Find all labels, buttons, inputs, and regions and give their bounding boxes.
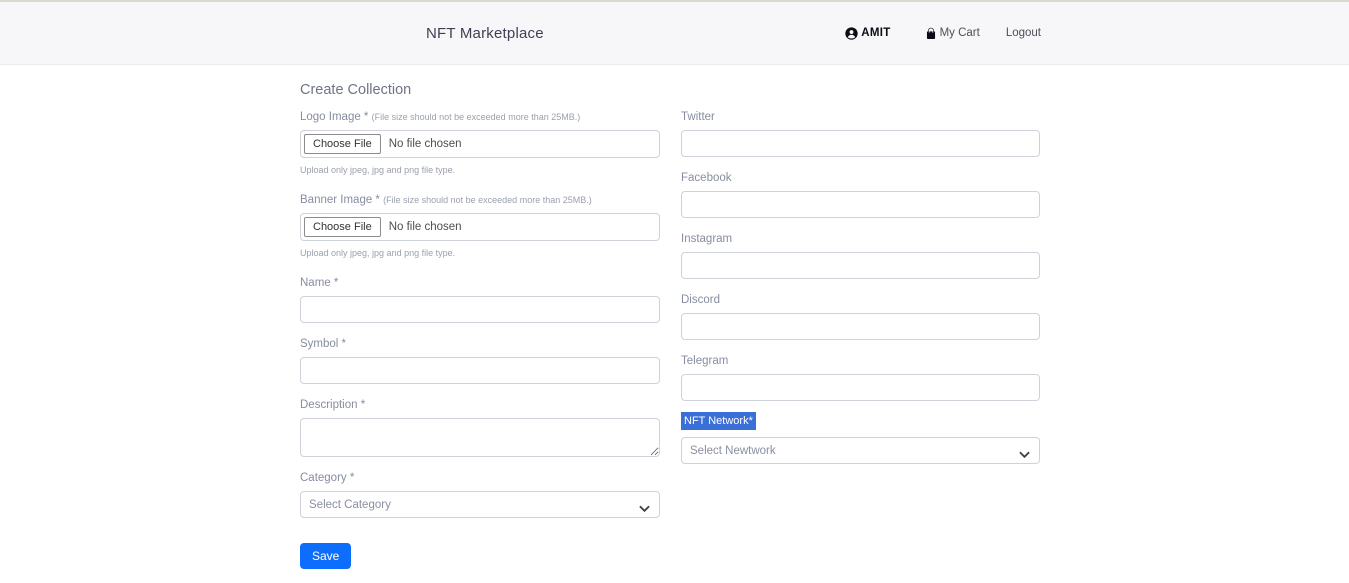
telegram-label: Telegram <box>681 355 1040 368</box>
logo-choose-file-button[interactable]: Choose File <box>304 134 381 154</box>
category-group: Category * Select Category <box>300 472 660 518</box>
banner-file-status: No file chosen <box>389 221 462 233</box>
telegram-input[interactable] <box>681 374 1040 401</box>
banner-image-label: Banner Image * (File size should not be … <box>300 194 660 207</box>
banner-file-input[interactable]: Choose File No file chosen <box>300 213 660 241</box>
description-textarea[interactable] <box>300 418 660 457</box>
logo-image-label-text: Logo Image * <box>300 111 372 123</box>
twitter-label: Twitter <box>681 111 1040 124</box>
logo-file-input[interactable]: Choose File No file chosen <box>300 130 660 158</box>
symbol-group: Symbol * <box>300 338 660 384</box>
banner-size-note: (File size should not be exceeded more t… <box>383 195 592 205</box>
nft-network-select[interactable]: Select Newtwork <box>681 437 1040 464</box>
logo-image-group: Logo Image * (File size should not be ex… <box>300 111 660 175</box>
logo-helper-text: Upload only jpeg, jpg and png file type. <box>300 165 660 175</box>
facebook-label: Facebook <box>681 172 1040 185</box>
discord-group: Discord <box>681 294 1040 340</box>
category-select[interactable]: Select Category <box>300 491 660 518</box>
name-group: Name * <box>300 277 660 323</box>
category-label: Category * <box>300 472 660 485</box>
discord-input[interactable] <box>681 313 1040 340</box>
user-circle-icon <box>845 27 858 40</box>
banner-image-group: Banner Image * (File size should not be … <box>300 194 660 258</box>
logo-file-status: No file chosen <box>389 138 462 150</box>
form-left-column: Logo Image * (File size should not be ex… <box>300 111 660 569</box>
header: NFT Marketplace AMIT My Cart Lo <box>0 2 1349 65</box>
logo-image-label: Logo Image * (File size should not be ex… <box>300 111 660 124</box>
logo-size-note: (File size should not be exceeded more t… <box>372 112 581 122</box>
nav-cart-label: My Cart <box>940 27 980 39</box>
banner-choose-file-button[interactable]: Choose File <box>304 217 381 237</box>
facebook-group: Facebook <box>681 172 1040 218</box>
facebook-input[interactable] <box>681 191 1040 218</box>
nav-user-label: AMIT <box>861 27 890 39</box>
description-label: Description * <box>300 399 660 412</box>
save-button[interactable]: Save <box>300 543 351 569</box>
create-collection-page: Create Collection Logo Image * (File siz… <box>300 65 1349 569</box>
page-title: Create Collection <box>300 82 1349 98</box>
instagram-group: Instagram <box>681 233 1040 279</box>
discord-label: Discord <box>681 294 1040 307</box>
instagram-input[interactable] <box>681 252 1040 279</box>
twitter-group: Twitter <box>681 111 1040 157</box>
shopping-bag-icon <box>925 27 937 40</box>
name-input[interactable] <box>300 296 660 323</box>
description-group: Description * <box>300 399 660 457</box>
nav-logout[interactable]: Logout <box>1006 27 1041 39</box>
telegram-group: Telegram <box>681 355 1040 401</box>
symbol-input[interactable] <box>300 357 660 384</box>
brand-title[interactable]: NFT Marketplace <box>426 2 544 64</box>
banner-image-label-text: Banner Image * <box>300 194 383 206</box>
form-right-column: Twitter Facebook Instagram Discord Teleg… <box>681 111 1040 569</box>
name-label: Name * <box>300 277 660 290</box>
header-nav: AMIT My Cart Logout <box>845 2 1041 64</box>
banner-helper-text: Upload only jpeg, jpg and png file type. <box>300 248 660 258</box>
nft-network-group: NFT Network* Select Newtwork <box>681 411 1040 464</box>
twitter-input[interactable] <box>681 130 1040 157</box>
nav-my-cart[interactable]: My Cart <box>925 27 980 40</box>
instagram-label: Instagram <box>681 233 1040 246</box>
nft-network-label: NFT Network* <box>681 412 756 430</box>
symbol-label: Symbol * <box>300 338 660 351</box>
nav-user[interactable]: AMIT <box>845 27 890 40</box>
